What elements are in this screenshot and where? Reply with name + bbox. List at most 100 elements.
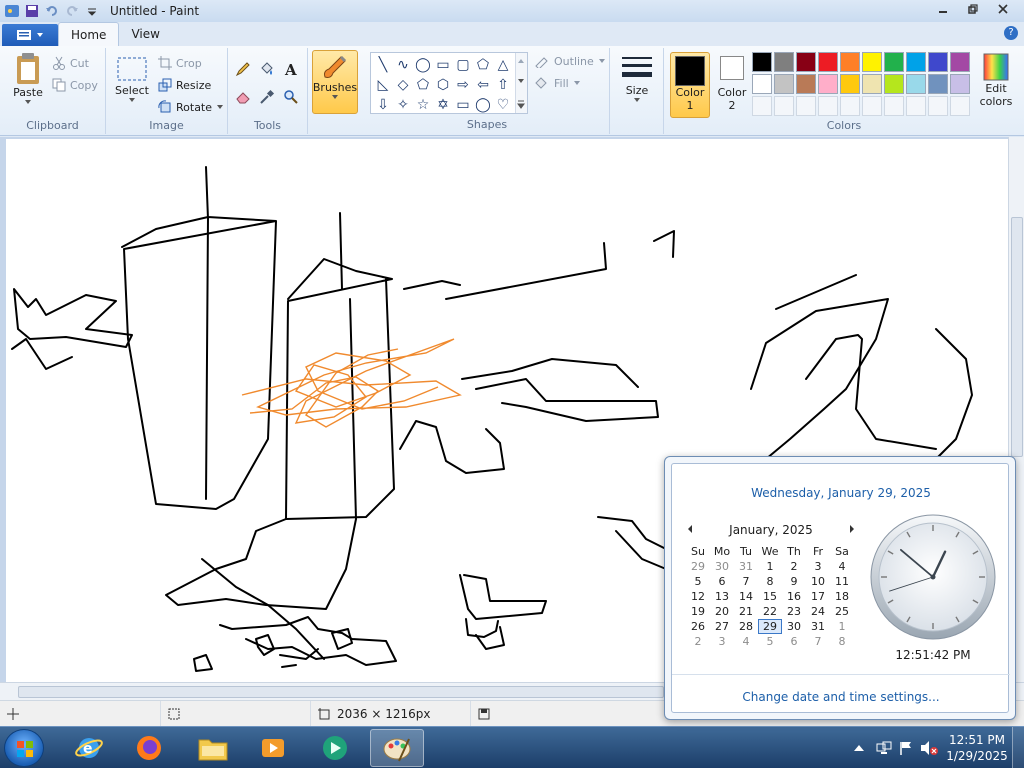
redo-icon[interactable] — [64, 3, 80, 19]
calendar-day[interactable]: 2 — [782, 559, 806, 574]
calendar-day[interactable]: 1 — [758, 559, 782, 574]
outline-button[interactable]: Outline — [534, 54, 606, 68]
taskbar-file-explorer[interactable] — [186, 729, 240, 767]
palette-color[interactable] — [796, 74, 816, 94]
palette-color[interactable] — [906, 74, 926, 94]
calendar-day[interactable]: 14 — [734, 589, 758, 604]
tab-home[interactable]: Home — [58, 22, 120, 46]
palette-color[interactable] — [950, 52, 970, 72]
calendar-day[interactable]: 3 — [710, 634, 734, 649]
palette-color[interactable] — [752, 74, 772, 94]
palette-color[interactable] — [796, 52, 816, 72]
horizontal-scroll-thumb[interactable] — [18, 686, 664, 698]
calendar-day[interactable]: 21 — [734, 604, 758, 619]
calendar-day[interactable]: 10 — [806, 574, 830, 589]
calendar-day[interactable]: 6 — [710, 574, 734, 589]
calendar-day[interactable]: 22 — [758, 604, 782, 619]
crop-button[interactable]: Crop — [158, 56, 202, 70]
action-center-flag-icon[interactable] — [898, 740, 914, 756]
calendar-day[interactable]: 16 — [782, 589, 806, 604]
calendar-day[interactable]: 31 — [806, 619, 830, 634]
start-button[interactable] — [4, 729, 44, 767]
palette-color[interactable] — [862, 74, 882, 94]
calendar-day[interactable]: 24 — [806, 604, 830, 619]
six-point-star-shape-icon[interactable]: ✡ — [433, 95, 453, 115]
calendar-day[interactable]: 17 — [806, 589, 830, 604]
calendar-day[interactable]: 7 — [806, 634, 830, 649]
palette-empty-slot[interactable] — [884, 96, 904, 116]
long-date-link[interactable]: Wednesday, January 29, 2025 — [672, 486, 1010, 500]
palette-empty-slot[interactable] — [928, 96, 948, 116]
left-arrow-shape-icon[interactable]: ⇦ — [473, 75, 493, 95]
palette-color[interactable] — [840, 52, 860, 72]
calendar-day[interactable]: 5 — [686, 574, 710, 589]
calendar-day[interactable]: 19 — [686, 604, 710, 619]
palette-empty-slot[interactable] — [796, 96, 816, 116]
palette-empty-slot[interactable] — [862, 96, 882, 116]
oval-callout-shape-icon[interactable]: ◯ — [473, 95, 493, 115]
palette-color[interactable] — [928, 74, 948, 94]
palette-empty-slot[interactable] — [840, 96, 860, 116]
fill-tool[interactable] — [256, 58, 278, 80]
shapes-scroll[interactable] — [515, 53, 527, 113]
calendar-day[interactable]: 26 — [686, 619, 710, 634]
color-picker-tool[interactable] — [256, 86, 278, 108]
palette-empty-slot[interactable] — [950, 96, 970, 116]
change-date-time-settings-link[interactable]: Change date and time settings... — [672, 690, 1010, 704]
calendar-day[interactable]: 2 — [686, 634, 710, 649]
hexagon-shape-icon[interactable]: ⬡ — [433, 75, 453, 95]
magnifier-tool[interactable] — [280, 86, 302, 108]
help-icon[interactable]: ? — [1004, 26, 1018, 40]
rounded-callout-shape-icon[interactable]: ▭ — [453, 95, 473, 115]
calendar-day[interactable]: 8 — [830, 634, 854, 649]
palette-color[interactable] — [818, 74, 838, 94]
calendar-day[interactable]: 18 — [830, 589, 854, 604]
triangle-shape-icon[interactable]: △ — [493, 55, 513, 75]
network-icon[interactable] — [876, 740, 892, 756]
calendar-day[interactable]: 31 — [734, 559, 758, 574]
calendar-day[interactable]: 25 — [830, 604, 854, 619]
palette-color[interactable] — [774, 52, 794, 72]
palette-empty-slot[interactable] — [752, 96, 772, 116]
paste-button[interactable]: Paste — [8, 52, 48, 105]
calendar-day[interactable]: 23 — [782, 604, 806, 619]
cut-button[interactable]: Cut — [52, 56, 89, 70]
calendar-day[interactable]: 9 — [782, 574, 806, 589]
polygon-shape-icon[interactable]: ⬠ — [473, 55, 493, 75]
resize-button[interactable]: Resize — [158, 78, 211, 92]
palette-color[interactable] — [862, 52, 882, 72]
calendar-day[interactable]: 13 — [710, 589, 734, 604]
taskbar-firefox[interactable] — [122, 729, 176, 767]
calendar-day[interactable]: 5 — [758, 634, 782, 649]
calendar-day[interactable]: 20 — [710, 604, 734, 619]
previous-month-button[interactable] — [686, 523, 694, 537]
text-tool[interactable]: A — [280, 58, 302, 80]
right-arrow-shape-icon[interactable]: ⇨ — [453, 75, 473, 95]
save-icon[interactable] — [24, 3, 40, 19]
calendar-day[interactable]: 11 — [830, 574, 854, 589]
right-triangle-shape-icon[interactable]: ◺ — [373, 75, 393, 95]
paint-menu-button[interactable] — [2, 24, 58, 46]
customize-qat-icon[interactable] — [84, 3, 100, 19]
calendar-today[interactable]: 29 — [758, 619, 782, 634]
down-arrow-shape-icon[interactable]: ⇩ — [373, 95, 393, 115]
palette-color[interactable] — [884, 52, 904, 72]
calendar-day[interactable]: 15 — [758, 589, 782, 604]
calendar-day[interactable]: 8 — [758, 574, 782, 589]
color1-button[interactable]: Color 1 — [670, 52, 710, 118]
palette-color[interactable] — [950, 74, 970, 94]
palette-empty-slot[interactable] — [774, 96, 794, 116]
paint-app-icon[interactable] — [4, 3, 20, 19]
calendar-day[interactable]: 1 — [830, 619, 854, 634]
five-point-star-shape-icon[interactable]: ☆ — [413, 95, 433, 115]
palette-color[interactable] — [884, 74, 904, 94]
month-title[interactable]: January, 2025 — [729, 523, 813, 537]
four-point-star-shape-icon[interactable]: ✧ — [393, 95, 413, 115]
maximize-button[interactable] — [958, 0, 988, 18]
palette-color[interactable] — [752, 52, 772, 72]
taskbar-paint[interactable] — [370, 729, 424, 767]
fill-button[interactable]: Fill — [534, 76, 581, 90]
volume-muted-icon[interactable] — [920, 740, 938, 756]
close-button[interactable] — [988, 0, 1018, 18]
calendar-day[interactable]: 4 — [830, 559, 854, 574]
